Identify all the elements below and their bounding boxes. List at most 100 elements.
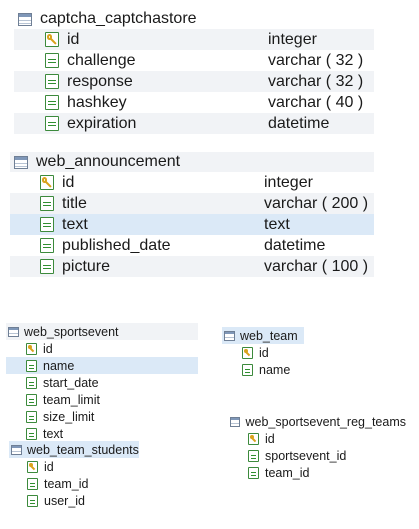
column-icon bbox=[26, 427, 37, 440]
column-type: varchar ( 100 ) bbox=[264, 257, 369, 275]
column-name: name bbox=[43, 358, 75, 373]
column-type: varchar ( 200 ) bbox=[264, 194, 369, 212]
column-icon bbox=[26, 376, 37, 389]
column-name: hashkey bbox=[67, 93, 127, 111]
table-name: web_announcement bbox=[36, 153, 181, 170]
column-row-sportsevent-id[interactable]: sportsevent_id bbox=[228, 447, 406, 464]
column-row-response[interactable]: response varchar ( 32 ) bbox=[14, 71, 374, 92]
column-type: integer bbox=[268, 30, 317, 48]
column-row-name[interactable]: name bbox=[222, 361, 304, 378]
column-icon bbox=[26, 359, 37, 372]
primary-key-icon bbox=[248, 432, 259, 445]
column-row-team-limit[interactable]: team_limit bbox=[6, 391, 198, 408]
column-row-user-id[interactable]: user_id bbox=[9, 492, 139, 509]
column-name: published_date bbox=[62, 236, 171, 254]
table-icon bbox=[224, 330, 235, 341]
table-icon bbox=[8, 326, 19, 337]
column-row-id[interactable]: id bbox=[6, 340, 198, 357]
column-icon bbox=[45, 74, 59, 89]
primary-key-icon bbox=[27, 460, 38, 473]
table-web-team[interactable]: web_team id name bbox=[222, 327, 304, 378]
column-type: text bbox=[264, 215, 290, 233]
table-header[interactable]: web_sportsevent bbox=[6, 323, 198, 340]
column-name: picture bbox=[62, 257, 111, 275]
column-name: challenge bbox=[67, 51, 136, 69]
column-row-text[interactable]: text bbox=[6, 425, 198, 442]
table-header[interactable]: web_team_students bbox=[9, 441, 139, 458]
column-icon bbox=[40, 238, 54, 253]
column-name: team_limit bbox=[43, 392, 100, 407]
column-row-id[interactable]: id bbox=[9, 458, 139, 475]
column-icon bbox=[242, 363, 253, 376]
column-name: title bbox=[62, 194, 87, 212]
column-icon bbox=[45, 116, 59, 131]
table-icon bbox=[230, 416, 241, 427]
column-icon bbox=[40, 259, 54, 274]
column-name: id bbox=[43, 341, 53, 356]
column-row-text[interactable]: text text bbox=[10, 214, 374, 235]
column-type: varchar ( 32 ) bbox=[268, 51, 364, 69]
column-name: id bbox=[62, 173, 75, 191]
table-icon bbox=[14, 155, 28, 169]
column-name: sportsevent_id bbox=[265, 448, 347, 463]
column-name: id bbox=[67, 30, 80, 48]
table-header[interactable]: captcha_captchastore bbox=[14, 9, 374, 29]
table-captcha-captchastore[interactable]: captcha_captchastore id integer challeng… bbox=[14, 9, 374, 134]
column-row-id[interactable]: id integer bbox=[10, 172, 374, 193]
column-row-title[interactable]: title varchar ( 200 ) bbox=[10, 193, 374, 214]
table-header[interactable]: web_announcement bbox=[10, 152, 374, 172]
column-icon bbox=[27, 494, 38, 507]
primary-key-icon bbox=[26, 342, 37, 355]
column-icon bbox=[26, 393, 37, 406]
column-name: response bbox=[67, 72, 133, 90]
column-name: expiration bbox=[67, 114, 137, 132]
column-row-size-limit[interactable]: size_limit bbox=[6, 408, 198, 425]
column-icon bbox=[26, 410, 37, 423]
table-header[interactable]: web_sportsevent_reg_teams bbox=[228, 413, 406, 430]
column-icon bbox=[248, 466, 259, 479]
column-row-expiration[interactable]: expiration datetime bbox=[14, 113, 374, 134]
column-row-id[interactable]: id integer bbox=[14, 29, 374, 50]
column-row-hashkey[interactable]: hashkey varchar ( 40 ) bbox=[14, 92, 374, 113]
column-type: varchar ( 40 ) bbox=[268, 93, 364, 111]
column-type: integer bbox=[264, 173, 313, 191]
column-icon bbox=[248, 449, 259, 462]
column-name: team_id bbox=[44, 476, 89, 491]
column-name: id bbox=[44, 459, 54, 474]
column-type: varchar ( 32 ) bbox=[268, 72, 364, 90]
column-name: name bbox=[259, 362, 291, 377]
column-name: team_id bbox=[265, 465, 310, 480]
column-name: text bbox=[43, 426, 64, 441]
column-type: datetime bbox=[264, 236, 326, 254]
column-row-team-id[interactable]: team_id bbox=[228, 464, 406, 481]
column-type: datetime bbox=[268, 114, 330, 132]
column-name: start_date bbox=[43, 375, 99, 390]
primary-key-icon bbox=[40, 175, 54, 190]
column-name: user_id bbox=[44, 493, 85, 508]
table-web-sportsevent-reg-teams[interactable]: web_sportsevent_reg_teams id sportsevent… bbox=[228, 413, 406, 481]
table-name: web_sportsevent bbox=[24, 324, 119, 339]
column-row-id[interactable]: id bbox=[222, 344, 304, 361]
column-row-start-date[interactable]: start_date bbox=[6, 374, 198, 391]
table-web-team-students[interactable]: web_team_students id team_id user_id bbox=[9, 441, 139, 509]
table-name: web_team bbox=[240, 328, 298, 343]
column-name: size_limit bbox=[43, 409, 95, 424]
column-row-team-id[interactable]: team_id bbox=[9, 475, 139, 492]
column-row-challenge[interactable]: challenge varchar ( 32 ) bbox=[14, 50, 374, 71]
column-row-published-date[interactable]: published_date datetime bbox=[10, 235, 374, 256]
column-name: text bbox=[62, 215, 88, 233]
table-header[interactable]: web_team bbox=[222, 327, 304, 344]
column-row-picture[interactable]: picture varchar ( 100 ) bbox=[10, 256, 374, 277]
table-name: web_team_students bbox=[27, 442, 139, 457]
table-name: captcha_captchastore bbox=[40, 10, 197, 27]
primary-key-icon bbox=[45, 32, 59, 47]
table-icon bbox=[11, 444, 22, 455]
column-row-id[interactable]: id bbox=[228, 430, 406, 447]
table-web-sportsevent[interactable]: web_sportsevent id name start_date team_… bbox=[6, 323, 198, 442]
table-name: web_sportsevent_reg_teams bbox=[245, 414, 406, 429]
table-web-announcement[interactable]: web_announcement id integer title varcha… bbox=[10, 152, 374, 277]
column-row-name[interactable]: name bbox=[6, 357, 198, 374]
column-icon bbox=[40, 196, 54, 211]
column-icon bbox=[40, 217, 54, 232]
table-icon bbox=[18, 12, 32, 26]
